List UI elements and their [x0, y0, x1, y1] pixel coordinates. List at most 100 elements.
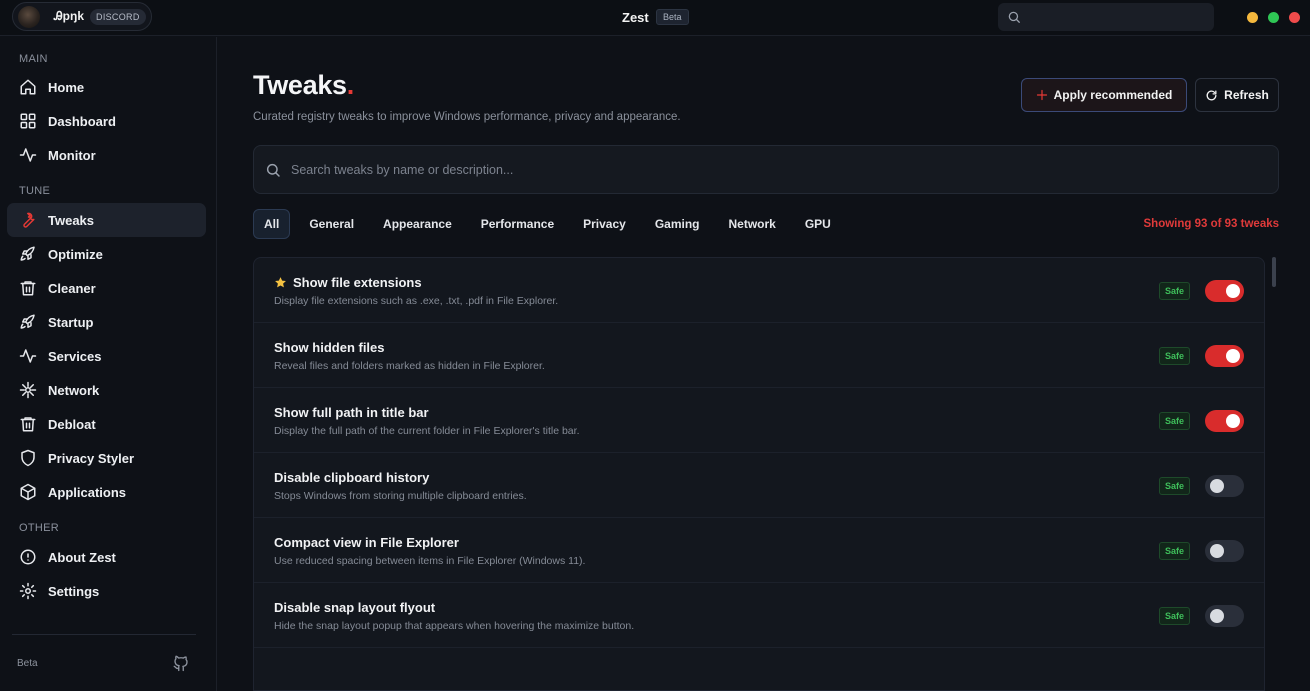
search-icon [266, 163, 280, 177]
list-scrollbar[interactable] [1272, 257, 1276, 287]
beta-badge: Beta [656, 9, 689, 25]
sidebar-item-optimize[interactable]: Optimize [7, 237, 206, 271]
tweak-toggle[interactable] [1205, 475, 1244, 497]
tweak-description: Display file extensions such as .exe, .t… [274, 295, 559, 307]
sparkle-icon [1036, 89, 1047, 101]
rocket-icon [18, 244, 38, 264]
search-icon [1008, 11, 1020, 23]
sidebar-item-label: Optimize [48, 246, 103, 262]
sidebar-item-label: Dashboard [48, 113, 116, 129]
sidebar-divider [12, 634, 196, 635]
tweak-row: Compact view in File Explorer Use reduce… [254, 518, 1264, 583]
title-bar: Ꭿpŋk DISCORD Zest Beta [0, 0, 1310, 36]
sidebar-item-home[interactable]: Home [7, 70, 206, 104]
tweak-title-text: Show file extensions [293, 275, 422, 290]
github-icon[interactable] [172, 654, 190, 677]
tweak-title: Compact view in File Explorer [274, 535, 459, 550]
safety-badge: Safe [1159, 477, 1191, 495]
minimize-button[interactable] [1247, 12, 1258, 23]
main-content: Tweaks. Curated registry tweaks to impro… [217, 37, 1310, 691]
apply-recommended-button[interactable]: Apply recommended [1021, 78, 1187, 112]
sidebar: MAIN Home Dashboard Monitor TUNE Tweaks … [0, 37, 217, 691]
sidebar-item-label: Debloat [48, 416, 96, 432]
rocket-icon [18, 312, 38, 332]
sidebar-item-label: Home [48, 79, 85, 95]
info-icon [18, 547, 38, 567]
tweaks-list: Show file extensions Display file extens… [253, 257, 1265, 691]
sidebar-item-settings[interactable]: Settings [7, 574, 206, 608]
maximize-button[interactable] [1268, 12, 1279, 23]
star-icon [275, 277, 286, 288]
shield-icon [18, 448, 38, 468]
tweak-toggle[interactable] [1205, 605, 1244, 627]
apply-recommended-label: Apply recommended [1053, 88, 1173, 102]
sidebar-item-label: Tweaks [48, 212, 95, 228]
username: Ꭿpŋk [54, 9, 85, 23]
user-profile-pill[interactable]: Ꭿpŋk DISCORD [12, 2, 152, 31]
sidebar-item-cleaner[interactable]: Cleaner [7, 271, 206, 305]
tweak-title: Show file extensions [274, 275, 422, 290]
tweak-toggle[interactable] [1205, 280, 1244, 302]
sidebar-item-monitor[interactable]: Monitor [7, 138, 206, 172]
tweak-description: Stops Windows from storing multiple clip… [274, 490, 527, 502]
gear-icon [18, 581, 38, 601]
sidebar-section-other: OTHER [19, 522, 59, 534]
tweak-toggle[interactable] [1205, 410, 1244, 432]
sidebar-item-label: Applications [48, 484, 127, 500]
refresh-button[interactable]: Refresh [1195, 78, 1279, 112]
network-icon [18, 380, 38, 400]
sidebar-item-startup[interactable]: Startup [7, 305, 206, 339]
tweak-row: Disable snap layout flyout Hide the snap… [254, 583, 1264, 648]
toggle-knob [1210, 479, 1224, 493]
tab-all[interactable]: All [253, 209, 291, 239]
tab-performance[interactable]: Performance [471, 209, 564, 239]
global-search-input[interactable] [998, 3, 1214, 31]
sidebar-item-label: Cleaner [48, 280, 96, 296]
safety-badge: Safe [1159, 282, 1191, 300]
toggle-knob [1226, 349, 1240, 363]
safety-badge: Safe [1159, 412, 1191, 430]
tweak-description: Display the full path of the current fol… [274, 425, 580, 437]
sidebar-item-applications[interactable]: Applications [7, 475, 206, 509]
refresh-icon [1206, 89, 1217, 100]
tweak-toggle[interactable] [1205, 540, 1244, 562]
activity-icon [18, 145, 38, 165]
close-button[interactable] [1289, 12, 1300, 23]
tweak-title: Disable clipboard history [274, 470, 430, 485]
box-icon [18, 482, 38, 502]
sidebar-item-dashboard[interactable]: Dashboard [7, 104, 206, 138]
sidebar-item-label: Services [48, 348, 102, 364]
tweak-title: Disable snap layout flyout [274, 600, 436, 615]
version-label: Beta [17, 658, 38, 669]
sidebar-item-services[interactable]: Services [7, 339, 206, 373]
grid-icon [18, 111, 38, 131]
tweak-row: Show full path in title bar Display the … [254, 388, 1264, 453]
toggle-knob [1210, 544, 1224, 558]
tab-general[interactable]: General [299, 209, 364, 239]
tweak-toggle[interactable] [1205, 345, 1244, 367]
app-title: Zest [622, 10, 649, 25]
sidebar-item-label: Startup [48, 314, 94, 330]
sidebar-item-tweaks[interactable]: Tweaks [7, 203, 206, 237]
tweak-search-field[interactable] [253, 145, 1279, 194]
sidebar-item-privacy-styler[interactable]: Privacy Styler [7, 441, 206, 475]
tab-gpu[interactable]: GPU [795, 209, 841, 239]
tab-appearance[interactable]: Appearance [373, 209, 462, 239]
search-input[interactable] [291, 160, 1191, 180]
tweak-title: Show full path in title bar [274, 405, 429, 420]
sidebar-item-debloat[interactable]: Debloat [7, 407, 206, 441]
sidebar-item-about-zest[interactable]: About Zest [7, 540, 206, 574]
tab-privacy[interactable]: Privacy [573, 209, 636, 239]
page-subtitle: Curated registry tweaks to improve Windo… [253, 111, 681, 123]
tweak-row: Show hidden files Reveal files and folde… [254, 323, 1264, 388]
sidebar-item-label: Monitor [48, 147, 96, 163]
sidebar-item-network[interactable]: Network [7, 373, 206, 407]
tab-network[interactable]: Network [719, 209, 786, 239]
tab-gaming[interactable]: Gaming [645, 209, 710, 239]
sidebar-item-label: About Zest [48, 549, 116, 565]
toggle-knob [1226, 414, 1240, 428]
sidebar-item-label: Privacy Styler [48, 450, 135, 466]
tweak-description: Reveal files and folders marked as hidde… [274, 360, 545, 372]
safety-badge: Safe [1159, 607, 1191, 625]
refresh-label: Refresh [1224, 88, 1269, 102]
